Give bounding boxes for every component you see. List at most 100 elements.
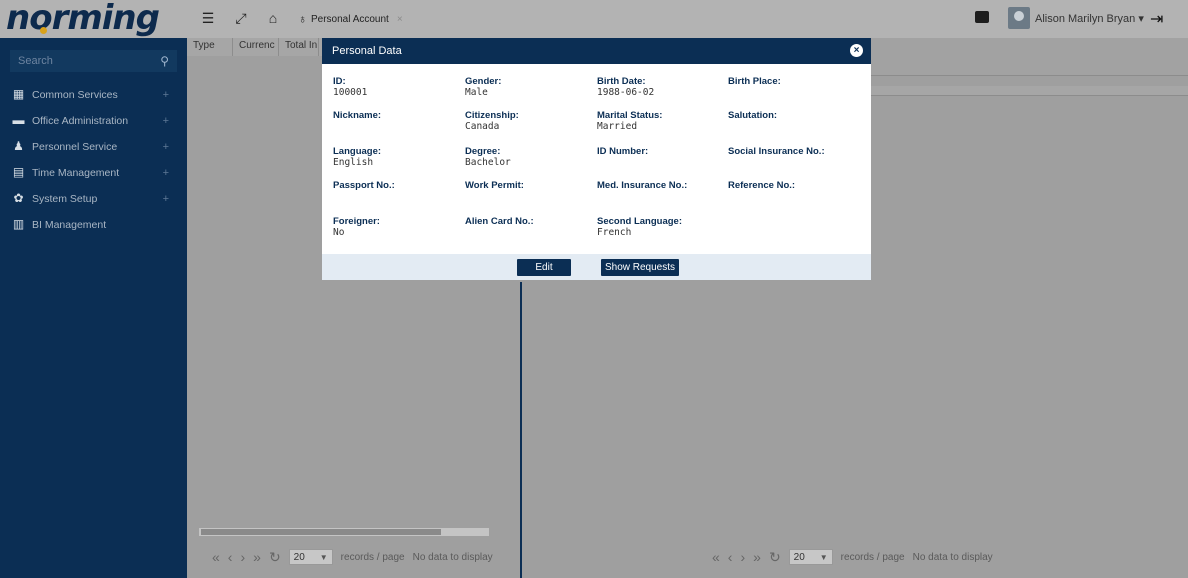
prev-page-icon[interactable]: ‹ [228,549,233,565]
field-label: Degree: [465,146,501,157]
field-id-number: ID Number: [597,146,727,169]
field-value [728,191,858,203]
expand-icon[interactable]: + [163,141,169,153]
field-label: Second Language: [597,216,682,227]
sidebar-item-system-setup[interactable]: ✿ System Setup + [0,186,187,212]
records-per-page-label: records / page [840,551,905,563]
fullscreen-icon[interactable]: ⤢ [233,10,249,26]
field-value [728,121,858,133]
scrollbar-thumb[interactable] [201,529,441,535]
avatar[interactable] [1008,7,1030,29]
records-per-page-label: records / page [340,551,405,563]
sidebar-item-office-administration[interactable]: ▬ Office Administration + [0,108,187,134]
pager-left: « ‹ › » ↻ 20 ▼ records / page No data to… [212,541,493,573]
field-value [333,121,463,133]
sidebar-item-personnel-service[interactable]: ♟ Personnel Service + [0,134,187,160]
expand-icon[interactable]: + [163,167,169,179]
pager-status: No data to display [412,551,493,563]
close-icon[interactable]: × [850,44,863,57]
last-page-icon[interactable]: » [253,549,261,565]
field-nickname: Nickname: [333,110,463,133]
field-label: Reference No.: [728,180,796,191]
next-page-icon[interactable]: › [240,549,245,565]
pager-right: « ‹ › » ↻ 20 ▼ records / page No data to… [712,541,993,573]
field-value: 100001 [333,87,368,98]
menu-toggle-icon[interactable]: ☰ [200,10,216,26]
field-value [465,191,595,203]
first-page-icon[interactable]: « [712,549,720,565]
search-placeholder: Search [18,55,53,67]
page-size-select[interactable]: 20 ▼ [788,549,833,565]
expand-icon[interactable]: + [163,89,169,101]
tab-personal-account[interactable]: ♁ Personal Account × [290,6,411,32]
column-header-currency[interactable]: Currenc [233,38,279,56]
sidebar-item-common-services[interactable]: ▦ Common Services + [0,82,187,108]
field-med-insurance-no: Med. Insurance No.: [597,180,727,203]
field-passport-no: Passport No.: [333,180,463,203]
last-page-icon[interactable]: » [753,549,761,565]
field-label: Work Permit: [465,180,524,191]
next-page-icon[interactable]: › [740,549,745,565]
field-value: Canada [465,121,500,132]
first-page-icon[interactable]: « [212,549,220,565]
panel-splitter[interactable] [520,282,522,578]
field-label: Alien Card No.: [465,216,534,227]
edit-button[interactable]: Edit [517,259,571,276]
prev-page-icon[interactable]: ‹ [728,549,733,565]
column-header-total[interactable]: Total In [279,38,319,56]
column-header-type[interactable]: Type [187,38,233,56]
sidebar-item-label: BI Management [32,219,107,231]
field-value [728,87,858,99]
field-label: ID: [333,76,346,87]
sidebar-nav: ▦ Common Services + ▬ Office Administrat… [0,82,187,238]
field-marital-status: Marital Status: Married [597,110,727,133]
field-label: ID Number: [597,146,649,157]
dialog-title: Personal Data [332,45,402,57]
user-menu[interactable]: Alison Marilyn Bryan ▾ [1035,12,1144,25]
page-size-value: 20 [793,551,805,563]
chevron-down-icon: ▼ [819,552,828,562]
field-degree: Degree: Bachelor [465,146,595,169]
page-size-select[interactable]: 20 ▼ [288,549,333,565]
report-icon: ▥ [12,217,25,231]
logo: norming [0,0,187,38]
field-label: Citizenship: [465,110,519,121]
field-birth-place: Birth Place: [728,76,858,99]
calendar-icon: ▤ [12,165,25,179]
field-value: Married [597,121,638,132]
search-icon[interactable]: ⚲ [160,54,169,68]
sidebar-item-time-management[interactable]: ▤ Time Management + [0,160,187,186]
show-requests-button[interactable]: Show Requests [601,259,679,276]
top-bar: norming ☰ ⤢ ⌂ ♁ Personal Account × Aliso… [0,0,1188,38]
chevron-down-icon: ▼ [319,552,328,562]
field-value [333,191,463,203]
expand-icon[interactable]: + [163,193,169,205]
field-alien-card-no: Alien Card No.: [465,216,595,239]
sidebar-item-bi-management[interactable]: ▥ BI Management [0,212,187,238]
field-second-language: Second Language: French [597,216,727,239]
field-label: Gender: [465,76,502,87]
field-label: Marital Status: [597,110,663,121]
field-reference-no: Reference No.: [728,180,858,203]
logo-text: norming [6,0,160,38]
sidebar-item-label: Common Services [32,89,118,101]
field-gender: Gender: Male [465,76,595,99]
sidebar: Search ⚲ ▦ Common Services + ▬ Office Ad… [0,38,187,578]
home-icon[interactable]: ⌂ [265,10,281,26]
tab-close-icon[interactable]: × [397,14,403,25]
personal-data-dialog: Personal Data × ID: 100001 Gender: Male … [322,38,871,280]
field-value: French [597,227,632,238]
field-label: Language: [333,146,382,157]
people-icon: ♟ [13,139,24,153]
dialog-footer: Edit Show Requests [322,254,871,280]
field-value [465,227,595,239]
chat-icon[interactable] [975,11,989,23]
logout-icon[interactable]: ⇥ [1150,9,1163,29]
field-label: Birth Date: [597,76,646,87]
field-value: Bachelor [465,157,511,168]
search-input[interactable]: Search ⚲ [10,50,177,72]
refresh-icon[interactable]: ↻ [269,549,281,566]
expand-icon[interactable]: + [163,115,169,127]
refresh-icon[interactable]: ↻ [769,549,781,566]
horizontal-scrollbar[interactable] [199,528,489,536]
